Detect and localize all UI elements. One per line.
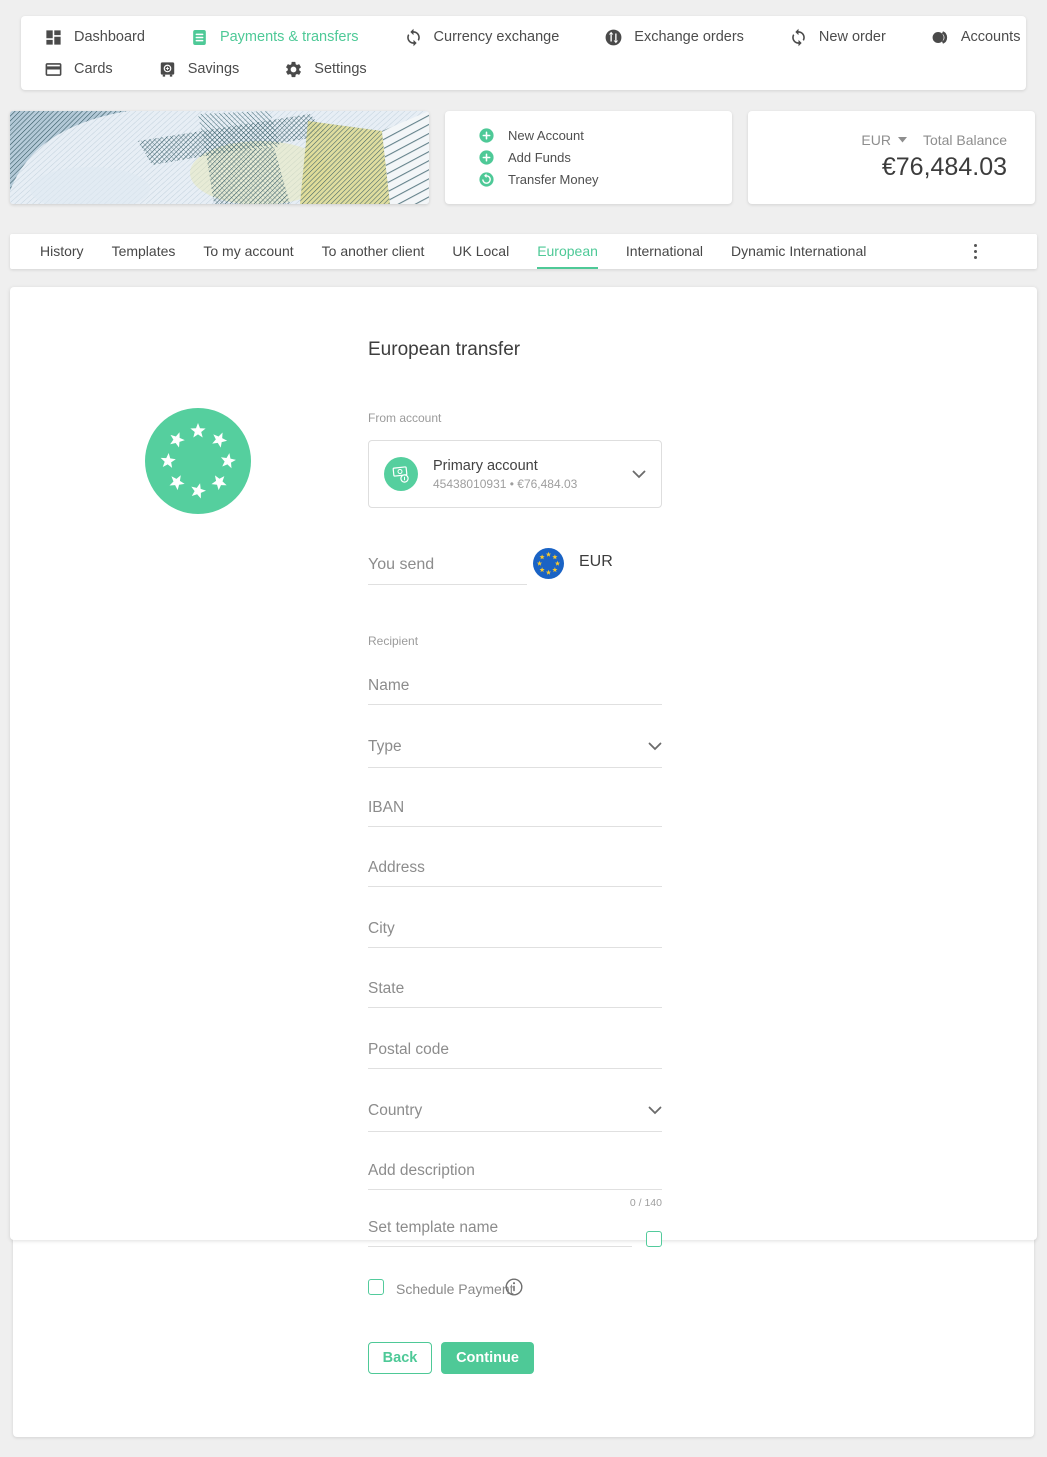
tab-to-another-client[interactable]: To another client: [322, 234, 425, 269]
eu-stars-badge-icon: [145, 408, 251, 514]
quick-action-add-funds[interactable]: Add Funds: [478, 149, 732, 166]
banknote-engraving: [10, 111, 429, 204]
iban-input[interactable]: [368, 799, 662, 827]
description-char-counter: 0 / 140: [368, 1197, 662, 1209]
save-template-checkbox[interactable]: [646, 1231, 662, 1247]
send-currency-label: EUR: [579, 553, 613, 571]
cards-icon: [44, 60, 63, 79]
schedule-payment-checkbox[interactable]: [368, 1279, 384, 1295]
tab-uk-local[interactable]: UK Local: [452, 234, 509, 269]
top-navigation: Dashboard Payments & transfers Currency …: [21, 16, 1026, 90]
account-name: Primary account: [433, 458, 577, 474]
schedule-payment-label: Schedule Payment: [396, 1281, 514, 1297]
balance-currency-select[interactable]: EUR: [861, 132, 891, 148]
recipient-label: Recipient: [368, 634, 418, 648]
quick-action-transfer-money[interactable]: Transfer Money: [478, 171, 732, 188]
nav-label: Accounts: [961, 29, 1021, 45]
recipient-name-input[interactable]: [368, 677, 662, 705]
new-order-icon: [789, 28, 808, 47]
address-input[interactable]: [368, 859, 662, 887]
chevron-down-icon: [648, 1106, 662, 1115]
total-balance-card: EUR Total Balance €76,484.03: [748, 111, 1035, 204]
tab-dynamic-international[interactable]: Dynamic International: [731, 234, 866, 269]
transfer-circle-icon: [478, 171, 495, 188]
tab-international[interactable]: International: [626, 234, 703, 269]
page: Dashboard Payments & transfers Currency …: [0, 0, 1047, 1457]
back-button[interactable]: Back: [368, 1342, 432, 1374]
chevron-down-icon: [632, 470, 646, 479]
exchange-orders-icon: [604, 28, 623, 47]
nav-label: Exchange orders: [634, 29, 744, 45]
nav-item-currency-exchange[interactable]: Currency exchange: [404, 28, 560, 47]
eur-flag-icon: [533, 548, 564, 579]
continue-button[interactable]: Continue: [441, 1342, 534, 1374]
nav-item-payments-transfers[interactable]: Payments & transfers: [190, 28, 359, 47]
quick-action-label: New Account: [508, 128, 584, 143]
dashboard-icon: [44, 28, 63, 47]
info-icon[interactable]: [505, 1278, 523, 1296]
savings-icon: [158, 60, 177, 79]
account-details: 45438010931 • €76,484.03: [433, 477, 577, 491]
balance-label: Total Balance: [923, 132, 1007, 148]
description-input[interactable]: [368, 1162, 662, 1190]
plus-circle-icon: [478, 149, 495, 166]
nav-item-settings[interactable]: Settings: [284, 60, 366, 79]
quick-action-label: Transfer Money: [508, 172, 599, 187]
currency-exchange-icon: [404, 28, 423, 47]
quick-actions-card: New Account Add Funds Transfer Money: [445, 111, 732, 204]
account-info: Primary account 45438010931 • €76,484.03: [433, 458, 577, 491]
quick-action-new-account[interactable]: New Account: [478, 127, 732, 144]
caret-down-icon[interactable]: [898, 137, 907, 143]
balance-amount: €76,484.03: [748, 153, 1007, 182]
nav-item-exchange-orders[interactable]: Exchange orders: [604, 28, 744, 47]
page-title: European transfer: [368, 339, 520, 361]
nav-item-accounts[interactable]: Accounts: [931, 28, 1021, 47]
quick-action-label: Add Funds: [508, 150, 571, 165]
nav-row-1: Dashboard Payments & transfers Currency …: [44, 21, 1026, 53]
chevron-down-icon: [648, 742, 662, 751]
nav-row-2: Cards Savings Settings: [44, 53, 1026, 85]
nav-item-cards[interactable]: Cards: [44, 60, 113, 79]
you-send-input[interactable]: [368, 556, 527, 585]
accounts-icon: [931, 28, 950, 47]
nav-label: New order: [819, 29, 886, 45]
nav-label: Currency exchange: [434, 29, 560, 45]
tab-european[interactable]: European: [537, 234, 598, 269]
type-select-label: Type: [368, 738, 402, 756]
nav-label: Dashboard: [74, 29, 145, 45]
country-select[interactable]: Country: [368, 1102, 662, 1132]
transfer-tabbar: History Templates To my account To anoth…: [10, 234, 1037, 269]
state-input[interactable]: [368, 980, 662, 1008]
tab-history[interactable]: History: [40, 234, 84, 269]
nav-item-savings[interactable]: Savings: [158, 60, 240, 79]
nav-item-dashboard[interactable]: Dashboard: [44, 28, 145, 47]
from-account-select[interactable]: Primary account 45438010931 • €76,484.03: [368, 440, 662, 508]
tab-templates[interactable]: Templates: [112, 234, 176, 269]
from-account-label: From account: [368, 411, 441, 425]
nav-label: Payments & transfers: [220, 29, 359, 45]
balance-header: EUR Total Balance: [748, 132, 1007, 148]
payments-icon: [190, 28, 209, 47]
account-money-icon: [384, 457, 418, 491]
city-input[interactable]: [368, 920, 662, 948]
postal-code-input[interactable]: [368, 1041, 662, 1069]
tab-to-my-account[interactable]: To my account: [203, 234, 293, 269]
nav-item-new-order[interactable]: New order: [789, 28, 886, 47]
plus-circle-icon: [478, 127, 495, 144]
banknote-banner-image: [10, 111, 429, 204]
country-select-label: Country: [368, 1102, 422, 1120]
tab-overflow-menu-icon[interactable]: [970, 240, 982, 264]
recipient-type-select[interactable]: Type: [368, 738, 662, 768]
nav-label: Savings: [188, 61, 240, 77]
settings-gear-icon: [284, 60, 303, 79]
template-name-input[interactable]: [368, 1219, 632, 1247]
nav-label: Settings: [314, 61, 366, 77]
nav-label: Cards: [74, 61, 113, 77]
